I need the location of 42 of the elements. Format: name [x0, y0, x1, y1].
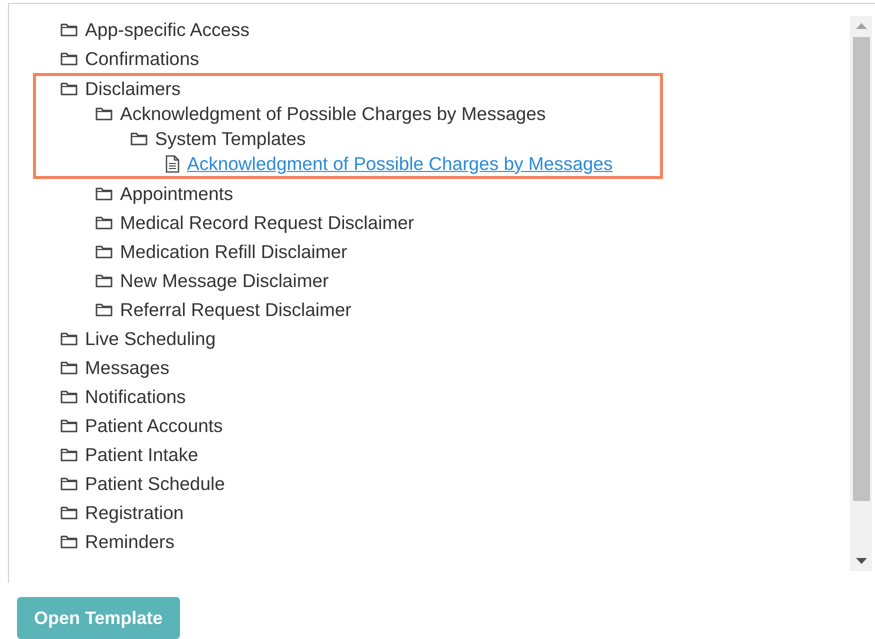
- folder-icon: [95, 302, 113, 317]
- folder-icon: [60, 418, 78, 433]
- folder-label[interactable]: Reminders: [85, 530, 174, 552]
- folder-label[interactable]: Disclaimers: [85, 78, 181, 100]
- folder-label[interactable]: Referral Request Disclaimer: [120, 298, 352, 320]
- folder-icon: [60, 331, 78, 346]
- folder-label[interactable]: Live Scheduling: [85, 328, 216, 350]
- folder-icon: [95, 215, 113, 230]
- folder-label[interactable]: Medication Refill Disclaimer: [120, 240, 348, 262]
- folder-label[interactable]: Medical Record Request Disclaimer: [120, 212, 414, 234]
- folder-label[interactable]: Registration: [85, 502, 184, 524]
- folder-icon: [130, 131, 148, 146]
- folder-icon: [60, 534, 78, 549]
- scroll-up-icon[interactable]: [856, 23, 866, 29]
- scroll-thumb[interactable]: [852, 37, 870, 501]
- folder-label[interactable]: Messages: [85, 356, 170, 378]
- folder-icon: [60, 389, 78, 404]
- folder-icon: [95, 106, 113, 121]
- folder-icon: [95, 186, 113, 201]
- folder-icon: [60, 51, 78, 66]
- folder-label[interactable]: System Templates: [155, 128, 306, 150]
- folder-icon: [95, 244, 113, 259]
- folder-icon: [60, 81, 78, 96]
- folder-icon: [60, 447, 78, 462]
- folder-icon: [95, 273, 113, 288]
- folder-label[interactable]: App-specific Access: [85, 18, 250, 40]
- folder-icon: [60, 505, 78, 520]
- folder-icon: [60, 360, 78, 375]
- folder-icon: [60, 476, 78, 491]
- scrollbar[interactable]: [850, 16, 872, 571]
- folder-label[interactable]: Acknowledgment of Possible Charges by Messages: [120, 102, 546, 124]
- folder-label[interactable]: Patient Intake: [85, 444, 198, 466]
- document-icon: [165, 154, 180, 172]
- folder-label[interactable]: Notifications: [85, 386, 186, 408]
- folder-label[interactable]: Patient Accounts: [85, 414, 223, 436]
- folder-icon: [60, 22, 78, 37]
- folder-label[interactable]: New Message Disclaimer: [120, 270, 329, 292]
- folder-label[interactable]: Patient Schedule: [85, 472, 225, 494]
- folder-label[interactable]: Confirmations: [85, 48, 200, 70]
- template-link[interactable]: Acknowledgment of Possible Charges by Messages: [187, 152, 613, 174]
- folder-label[interactable]: Appointments: [120, 182, 234, 204]
- scroll-down-icon[interactable]: [856, 558, 866, 564]
